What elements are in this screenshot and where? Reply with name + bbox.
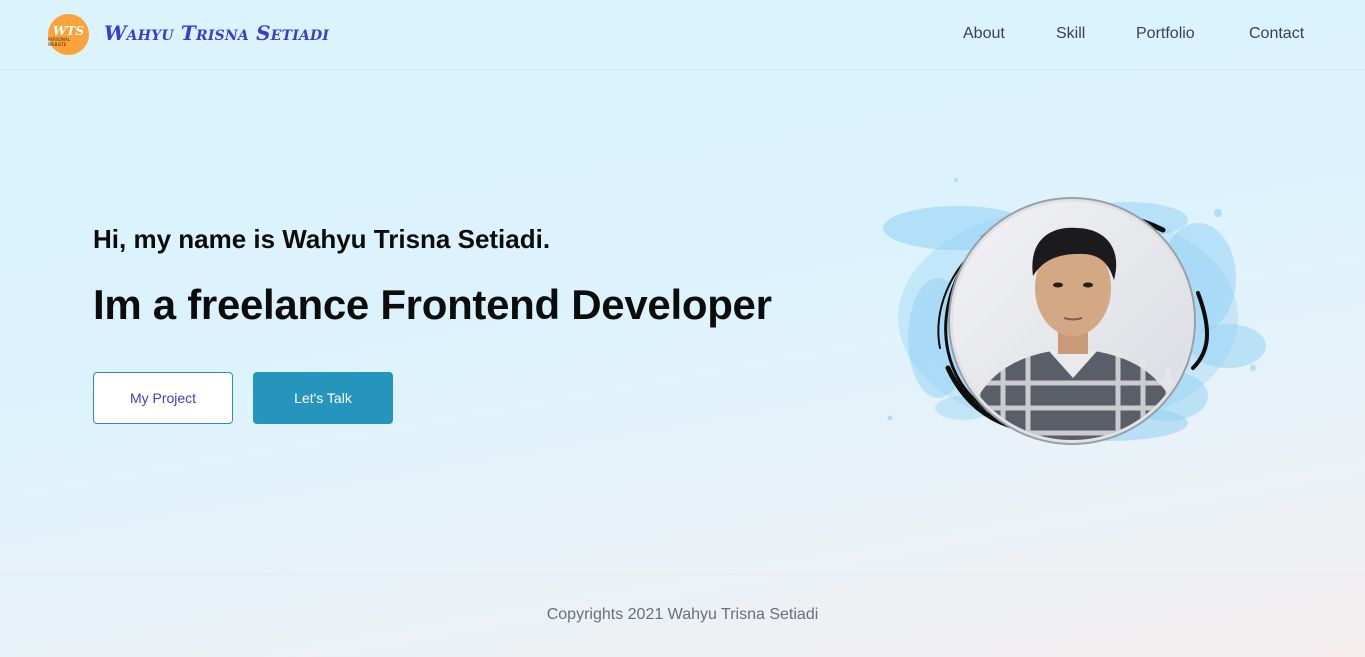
nav-link-portfolio[interactable]: Portfolio <box>1136 25 1195 43</box>
nav-menu: About Skill Portfolio Contact <box>0 25 1365 47</box>
footer-copyright: Copyrights 2021 Wahyu Trisna Setiadi <box>546 606 819 623</box>
my-project-button[interactable]: My Project <box>93 372 233 424</box>
hero-illustration <box>883 178 1266 445</box>
hero-greeting: Hi, my name is Wahyu Trisna Setiadi. <box>93 224 551 254</box>
lets-talk-button[interactable]: Let's Talk <box>253 372 393 424</box>
nav-link-contact[interactable]: Contact <box>1249 25 1304 43</box>
nav-link-about[interactable]: About <box>963 25 1005 43</box>
hero-headline: Im a freelance Frontend Developer <box>93 281 772 328</box>
nav-link-skill[interactable]: Skill <box>1056 25 1085 43</box>
footer: Copyrights 2021 Wahyu Trisna Setiadi <box>0 574 1365 657</box>
navbar: WTS PERSONAL WEBSITE Wahyu Trisna Setiad… <box>0 0 1365 70</box>
